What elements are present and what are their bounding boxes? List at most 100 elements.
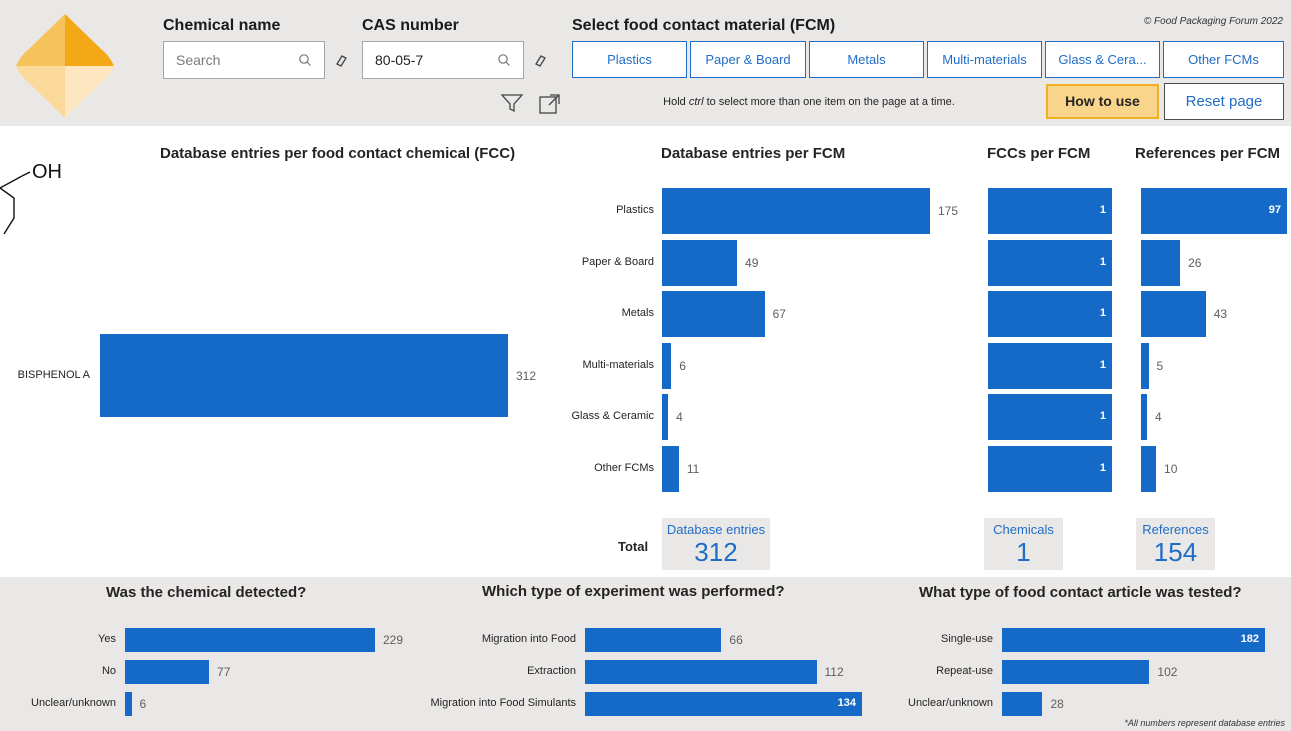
data-label: 49 — [745, 255, 759, 270]
fcm-button-multi-materials[interactable]: Multi-materials — [927, 41, 1042, 78]
bar[interactable] — [662, 445, 679, 492]
bar[interactable] — [1141, 342, 1149, 389]
bar[interactable] — [1141, 291, 1206, 337]
total-chemicals-title: Chemicals — [993, 522, 1054, 537]
food-packaging-forum-logo — [16, 14, 114, 118]
hydroxyl-group-label: OH — [32, 161, 62, 183]
category-label: Migration into Food — [481, 633, 576, 645]
total-label: Total — [618, 539, 649, 554]
fcc-chart-title: Database entries per food contact chemic… — [160, 145, 516, 162]
data-label: 1 — [1099, 410, 1106, 422]
category-label: Unclear/unknown — [908, 697, 993, 709]
hint-text-end: to select more than one item on the page… — [703, 96, 955, 108]
chemical-name-search-input[interactable]: Search — [163, 41, 325, 79]
total-chemicals-value: 1 — [1016, 537, 1031, 567]
total-references-value: 154 — [1153, 537, 1198, 567]
reset-page-button[interactable]: Reset page — [1164, 83, 1284, 120]
search-placeholder: Search — [176, 52, 221, 68]
category-label: BISPHENOL A — [17, 368, 90, 381]
data-label: 77 — [217, 665, 231, 679]
bar[interactable] — [1141, 239, 1181, 286]
total-references-card: References 154 — [1136, 518, 1215, 570]
search-icon — [299, 54, 311, 66]
data-label: 1 — [1099, 307, 1106, 319]
data-label: 11 — [686, 461, 700, 476]
category-label: Other FCMs — [594, 461, 654, 474]
bar[interactable] — [1141, 394, 1148, 440]
category-label: Yes — [98, 633, 116, 645]
fcm-button-glass-ceramic[interactable]: Glass & Cera... — [1045, 41, 1160, 78]
category-label: No — [101, 665, 116, 677]
fcm-select-label: Select food contact material (FCM) — [572, 17, 836, 34]
fcm-button-metals[interactable]: Metals — [809, 41, 924, 78]
category-label: Paper & Board — [581, 255, 654, 268]
data-label: 1 — [1099, 255, 1106, 268]
fcm-button-other-fcms[interactable]: Other FCMs — [1163, 41, 1284, 78]
footnote: *All numbers represent database entries — [1124, 718, 1285, 728]
experiment-chart-title: Which type of experiment was performed? — [482, 583, 785, 600]
search-icon — [498, 54, 510, 66]
data-label: 6 — [679, 358, 686, 373]
fcm-button-plastics[interactable]: Plastics — [572, 41, 687, 78]
detected-chart-title: Was the chemical detected? — [106, 584, 307, 601]
data-label: 1 — [1099, 204, 1106, 216]
category-label: Unclear/unknown — [31, 697, 116, 709]
multi-select-hint: Hold ctrl to select more than one item o… — [604, 96, 1014, 108]
category-label: Plastics — [616, 204, 654, 216]
fcm-chart-title: Database entries per FCM — [661, 145, 846, 162]
data-label: 26 — [1188, 255, 1202, 270]
fcm-button-paper-board[interactable]: Paper & Board — [690, 41, 806, 78]
data-label: 97 — [1268, 204, 1281, 216]
refs-per-fcm-title: References per FCM — [1135, 145, 1281, 162]
data-label: 28 — [1050, 697, 1064, 711]
data-label: 1 — [1099, 461, 1106, 474]
bar[interactable] — [1002, 660, 1150, 684]
data-label: 5 — [1156, 358, 1164, 373]
total-references-title: References — [1142, 522, 1209, 537]
bar[interactable] — [1141, 445, 1157, 492]
total-entries-card: Database entries 312 — [662, 518, 770, 570]
data-label: 43 — [1213, 307, 1228, 321]
article-chart-title: What type of food contact article was te… — [919, 584, 1242, 601]
header-panel: Chemical name Search CAS number 80-05-7 … — [0, 0, 1291, 126]
bar[interactable] — [100, 334, 508, 417]
data-label: 10 — [1164, 461, 1178, 476]
bar[interactable] — [662, 342, 672, 389]
data-label: 312 — [516, 368, 537, 383]
fccs-per-fcm-title: FCCs per FCM — [987, 145, 1091, 162]
filter-icon[interactable] — [500, 92, 524, 114]
cas-number-value: 80-05-7 — [375, 52, 424, 68]
cas-number-label: CAS number — [362, 17, 459, 34]
hint-text-start: Hold — [663, 96, 689, 108]
data-label: 1 — [1099, 358, 1106, 371]
data-label: 182 — [1240, 633, 1259, 645]
how-to-use-button[interactable]: How to use — [1046, 84, 1159, 119]
copyright-text: © Food Packaging Forum 2022 — [1143, 16, 1283, 27]
data-label: 6 — [139, 697, 147, 711]
category-label: Migration into Food Simulants — [430, 697, 576, 709]
bar[interactable] — [662, 239, 738, 286]
category-label: Single-use — [941, 633, 993, 645]
data-label: 4 — [1155, 410, 1162, 424]
data-label: 102 — [1157, 665, 1178, 679]
data-label: 175 — [938, 204, 959, 218]
bar[interactable] — [1002, 692, 1043, 716]
total-chemicals-card: Chemicals 1 — [984, 518, 1063, 570]
hint-key: ctrl — [688, 96, 704, 108]
eraser-icon[interactable] — [334, 53, 348, 67]
cas-number-search-input[interactable]: 80-05-7 — [362, 41, 524, 79]
bar[interactable] — [662, 394, 669, 440]
eraser-icon[interactable] — [533, 53, 547, 67]
category-label: Metals — [621, 307, 654, 319]
category-label: Repeat-use — [936, 665, 993, 677]
bar[interactable] — [125, 692, 132, 716]
expand-icon[interactable] — [538, 93, 562, 115]
bar[interactable] — [662, 291, 765, 337]
category-label: Glass & Ceramic — [571, 410, 654, 422]
chemical-name-label: Chemical name — [163, 17, 281, 34]
data-label: 67 — [772, 307, 786, 321]
total-entries-title: Database entries — [666, 522, 766, 537]
data-label: 4 — [676, 410, 683, 424]
bar[interactable] — [662, 188, 930, 234]
bar[interactable] — [125, 660, 210, 684]
